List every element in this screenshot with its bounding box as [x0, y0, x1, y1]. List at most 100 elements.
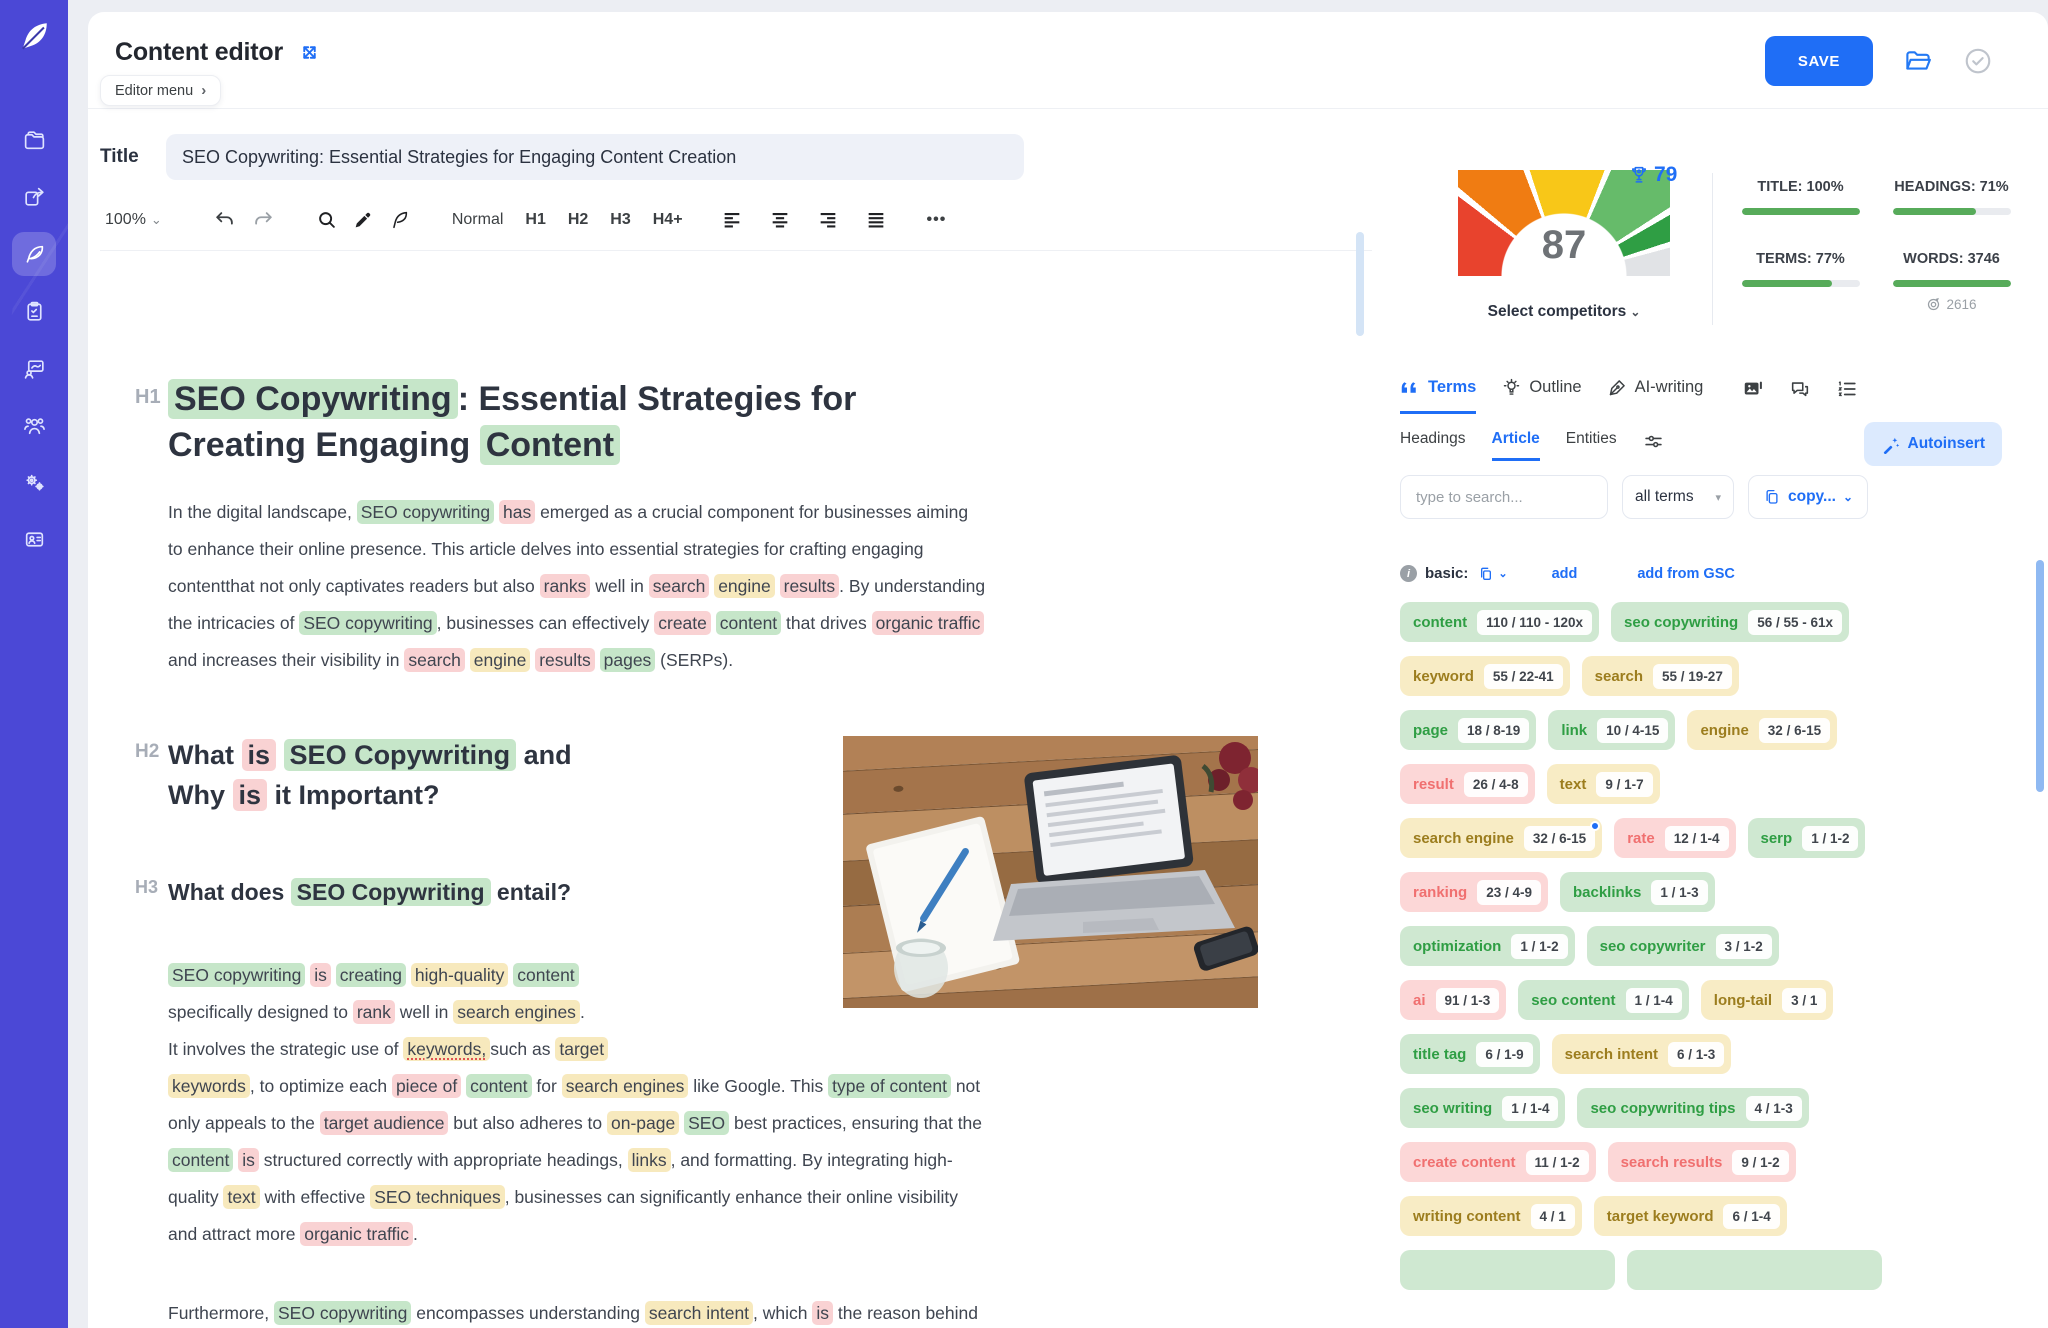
info-icon[interactable]: i	[1400, 565, 1417, 582]
text-segment: , and formatting. By integrating high-	[671, 1150, 953, 1170]
heading4-button[interactable]: H4+	[653, 211, 683, 229]
term-count: 1 / 1-4	[1626, 988, 1682, 1013]
tab-numbered-list[interactable]	[1836, 378, 1858, 413]
autoinsert-button[interactable]: Autoinsert	[1864, 422, 2003, 466]
terms-row: result26 / 4-8 text9 / 1-7	[1400, 764, 2014, 804]
term-badge[interactable]	[1627, 1250, 1882, 1290]
align-left-button[interactable]	[721, 209, 743, 231]
term-badge[interactable]: result26 / 4-8	[1400, 764, 1535, 804]
term-badge[interactable]: writing content4 / 1	[1400, 1196, 1582, 1236]
heading3-button[interactable]: H3	[610, 211, 630, 229]
term-name: keyword	[1413, 668, 1474, 685]
h1-tag-label: H1	[135, 386, 161, 409]
subtab-article[interactable]: Article	[1492, 430, 1540, 461]
term-name: backlinks	[1573, 884, 1641, 901]
document-body[interactable]: H1 SEO Copywriting: Essential Strategies…	[168, 251, 1258, 1328]
highlighter-button[interactable]	[352, 209, 374, 231]
term-badge[interactable]: seo writing1 / 1-4	[1400, 1088, 1565, 1128]
feather-icon	[22, 242, 47, 267]
term-badge[interactable]: search55 / 19-27	[1582, 656, 1739, 696]
document-h2: What is SEO Copywriting andWhy is it Imp…	[168, 735, 1258, 815]
term-badge[interactable]: target keyword6 / 1-4	[1594, 1196, 1787, 1236]
term-badge[interactable]: title tag 6 / 1-9	[1400, 1034, 1540, 1074]
add-from-gsc-link[interactable]: add from GSC	[1637, 566, 1734, 582]
term-badge[interactable]: backlinks1 / 1-3	[1560, 872, 1715, 912]
tab-terms[interactable]: Terms	[1400, 377, 1476, 414]
term-badge[interactable]: keyword 55 / 22-41	[1400, 656, 1570, 696]
lightbulb-icon	[1501, 377, 1522, 398]
term-badge[interactable]: link10 / 4-15	[1548, 710, 1675, 750]
align-justify-button[interactable]	[865, 209, 887, 231]
term-badge[interactable]: search engine32 / 6-15	[1400, 818, 1602, 858]
sidebar-item-training[interactable]	[12, 346, 56, 390]
text-segment: text	[223, 1185, 259, 1209]
heading1-button[interactable]: H1	[525, 211, 545, 229]
term-count: 6 / 1-9	[1476, 1042, 1532, 1067]
subtab-entities[interactable]: Entities	[1566, 430, 1617, 461]
zoom-select[interactable]: 100%⌄	[105, 211, 162, 229]
tab-media[interactable]	[1742, 378, 1764, 413]
term-badge[interactable]: create content11 / 1-2	[1400, 1142, 1596, 1182]
terms-row: title tag 6 / 1-9 search intent6 / 1-3	[1400, 1034, 2014, 1074]
sidebar-item-content-editor[interactable]	[12, 232, 56, 276]
more-tools-button[interactable]: •••	[927, 211, 947, 229]
sidebar-item-projects[interactable]	[12, 118, 56, 162]
select-competitors-button[interactable]: Select competitors⌄	[1414, 303, 1714, 321]
title-input[interactable]	[166, 134, 1024, 180]
quill-button[interactable]	[388, 209, 410, 231]
term-count: 1 / 1-2	[1802, 826, 1858, 851]
heading2-button[interactable]: H2	[568, 211, 588, 229]
term-badge[interactable]: ranking23 / 4-9	[1400, 872, 1548, 912]
tab-ai-writing[interactable]: AI-writing	[1607, 377, 1704, 414]
media-image-icon	[1742, 378, 1764, 400]
app-logo[interactable]	[12, 14, 56, 58]
terms-search-input[interactable]	[1400, 475, 1608, 519]
editor-scrollbar[interactable]	[1356, 232, 1364, 336]
term-badge[interactable]: optimization1 / 1-2	[1400, 926, 1575, 966]
term-badge[interactable]: long-tail3 / 1	[1701, 980, 1834, 1020]
term-badge[interactable]: content110 / 110 - 120x	[1400, 602, 1599, 642]
tab-outline[interactable]: Outline	[1501, 377, 1581, 414]
copy-basic-button[interactable]: ⌄	[1478, 566, 1507, 582]
sidebar-item-share[interactable]	[12, 175, 56, 219]
subtab-headings[interactable]: Headings	[1400, 430, 1466, 461]
term-badge[interactable]: rate12 / 1-4	[1614, 818, 1735, 858]
term-badge[interactable]: seo copywriting tips4 / 1-3	[1577, 1088, 1808, 1128]
find-button[interactable]	[316, 209, 338, 231]
editor-menu-button[interactable]: Editor menu ›	[100, 75, 221, 106]
term-badge[interactable]: page18 / 8-19	[1400, 710, 1536, 750]
term-badge[interactable]: engine32 / 6-15	[1687, 710, 1837, 750]
term-badge[interactable]: text9 / 1-7	[1547, 764, 1660, 804]
undo-button[interactable]	[214, 209, 236, 231]
align-center-button[interactable]	[769, 209, 791, 231]
expand-icon[interactable]	[299, 42, 320, 63]
text-segment: and increases their visibility in	[168, 650, 404, 670]
sidebar-item-contacts[interactable]	[12, 517, 56, 561]
term-count: 55 / 22-41	[1484, 664, 1563, 689]
sidebar-item-team[interactable]	[12, 403, 56, 447]
term-badge[interactable]: seo copywriter3 / 1-2	[1587, 926, 1779, 966]
sidebar-item-settings[interactable]	[12, 460, 56, 504]
term-badge[interactable]: seo copywriting56 / 55 - 61x	[1611, 602, 1849, 642]
term-badge[interactable]: search intent6 / 1-3	[1552, 1034, 1732, 1074]
term-badge[interactable]: seo content1 / 1-4	[1518, 980, 1688, 1020]
add-term-link[interactable]: add	[1552, 566, 1578, 582]
terms-filter-select[interactable]: all terms▾	[1622, 475, 1734, 519]
term-badge[interactable]: search results9 / 1-2	[1608, 1142, 1796, 1182]
sidebar-item-tasks[interactable]	[12, 289, 56, 333]
term-badge[interactable]: serp1 / 1-2	[1748, 818, 1866, 858]
content-score-value: 87	[1458, 223, 1670, 268]
terms-scrollbar[interactable]	[2036, 560, 2044, 792]
redo-button[interactable]	[252, 209, 274, 231]
text-segment: Why	[168, 780, 233, 810]
paragraph-style-button[interactable]: Normal	[452, 211, 504, 229]
text-segment: create	[654, 611, 711, 635]
filter-sliders-icon[interactable]	[1643, 431, 1664, 460]
tab-comments[interactable]	[1789, 378, 1811, 413]
term-name: title tag	[1413, 1046, 1466, 1063]
copy-terms-button[interactable]: copy... ⌄	[1748, 475, 1868, 519]
align-right-button[interactable]	[817, 209, 839, 231]
term-badge[interactable]	[1400, 1250, 1615, 1290]
target-icon	[1926, 297, 1941, 312]
term-badge[interactable]: ai91 / 1-3	[1400, 980, 1506, 1020]
